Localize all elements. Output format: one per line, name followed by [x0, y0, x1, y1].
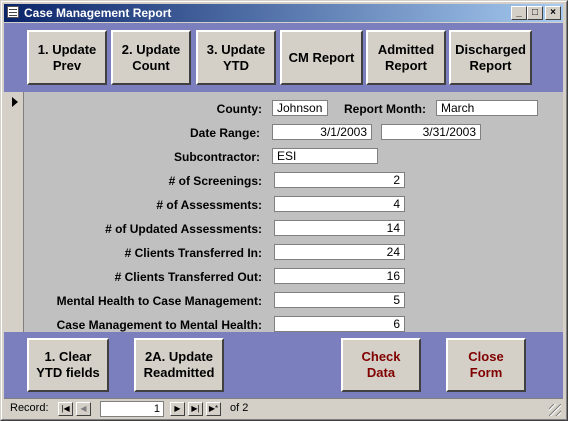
resize-grip-icon[interactable]	[549, 404, 561, 416]
maximize-button[interactable]: □	[527, 6, 543, 20]
check-data-button[interactable]: Check Data	[341, 338, 421, 392]
title-bar[interactable]: Case Management Report _ □ ×	[4, 4, 563, 22]
update-prev-button[interactable]: 1. Update Prev	[27, 30, 107, 85]
subcontractor-field[interactable]: ESI	[272, 148, 378, 164]
county-label: County:	[216, 102, 262, 116]
cm-to-mh-field[interactable]: 6	[274, 316, 405, 332]
last-record-icon[interactable]: ▶|	[188, 402, 203, 416]
transferred-out-label: # Clients Transferred Out:	[114, 270, 262, 284]
date-end-field[interactable]: 3/31/2003	[381, 124, 481, 140]
admitted-report-button[interactable]: Admitted Report	[366, 30, 446, 85]
date-start-field[interactable]: 3/1/2003	[272, 124, 372, 140]
transferred-in-field[interactable]: 24	[274, 244, 405, 260]
mh-to-cm-field[interactable]: 5	[274, 292, 405, 308]
assessments-label: # of Assessments:	[156, 198, 262, 212]
first-record-icon[interactable]: |◀	[58, 402, 73, 416]
new-record-icon[interactable]: ▶*	[206, 402, 221, 416]
assessments-field[interactable]: 4	[274, 196, 405, 212]
screenings-field[interactable]: 2	[274, 172, 405, 188]
form-footer: 1. Clear YTD fields 2A. Update Readmitte…	[4, 332, 563, 398]
transferred-out-field[interactable]: 16	[274, 268, 405, 284]
previous-record-icon[interactable]: ◀	[76, 402, 91, 416]
updated-assessments-label: # of Updated Assessments:	[105, 222, 262, 236]
current-record-arrow-icon	[12, 97, 18, 107]
report-window: Case Management Report _ □ × 1. Update P…	[0, 0, 568, 421]
discharged-report-button[interactable]: Discharged Report	[449, 30, 532, 85]
screenings-label: # of Screenings:	[168, 174, 262, 188]
form-icon[interactable]	[7, 6, 19, 18]
update-readmitted-button[interactable]: 2A. Update Readmitted	[134, 338, 224, 392]
next-record-icon[interactable]: ▶	[170, 402, 185, 416]
report-month-label: Report Month:	[344, 102, 426, 116]
cm-to-mh-label: Case Management to Mental Health:	[56, 318, 262, 332]
subcontractor-label: Subcontractor:	[173, 150, 260, 164]
county-field[interactable]: Johnson	[272, 100, 328, 116]
close-form-button[interactable]: Close Form	[446, 338, 526, 392]
clear-ytd-button[interactable]: 1. Clear YTD fields	[27, 338, 109, 392]
form-header: 1. Update Prev 2. Update Count 3. Update…	[4, 23, 563, 92]
close-button[interactable]: ×	[545, 6, 561, 20]
date-range-label: Date Range:	[189, 126, 260, 140]
update-count-button[interactable]: 2. Update Count	[111, 30, 191, 85]
record-navigation-bar: Record: |◀ ◀ 1 ▶ ▶| ▶* of 2	[4, 398, 563, 418]
record-label: Record:	[10, 402, 49, 414]
record-count: of 2	[230, 402, 249, 414]
transferred-in-label: # Clients Transferred In:	[124, 246, 262, 260]
record-selector[interactable]	[4, 92, 24, 332]
mh-to-cm-label: Mental Health to Case Management:	[56, 294, 262, 308]
form-detail: County: Johnson Report Month: March Date…	[4, 92, 563, 332]
window-title: Case Management Report	[24, 6, 172, 20]
cm-report-button[interactable]: CM Report	[280, 30, 363, 85]
update-ytd-button[interactable]: 3. Update YTD	[196, 30, 276, 85]
report-month-field[interactable]: March	[436, 100, 538, 116]
updated-assessments-field[interactable]: 14	[274, 220, 405, 236]
record-number-input[interactable]: 1	[100, 401, 164, 417]
minimize-button[interactable]: _	[511, 6, 527, 20]
